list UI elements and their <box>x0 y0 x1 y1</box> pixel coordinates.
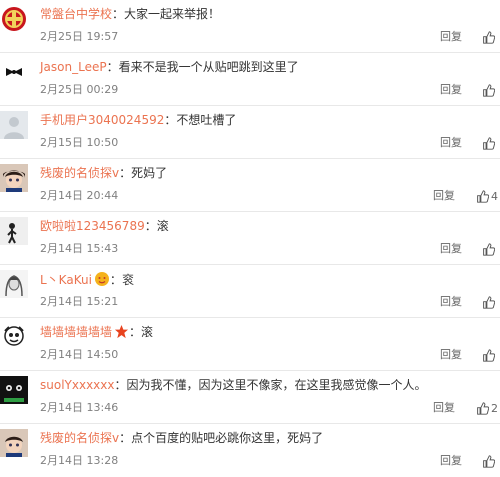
comment-item: suolYxxxxxx：因为我不懂，因为这里不像家，在这里我感觉像一个人。 2月… <box>0 371 500 424</box>
comment-line: 手机用户3040024592：不想吐槽了 <box>40 112 500 128</box>
separator: ： <box>112 7 125 21</box>
thumbs-up-icon <box>483 83 495 97</box>
comment-line: 欧啦啦123456789：滚 <box>40 218 500 234</box>
comment-text: 点个百度的贴吧必跳你这里，死妈了 <box>131 431 324 445</box>
thumbs-up-icon <box>483 454 495 468</box>
thumbs-up-icon <box>477 401 489 415</box>
comment-text: 滚 <box>141 325 154 339</box>
thumbs-up-icon <box>483 30 495 44</box>
comment-item: L丶KaKui ：衮 2月14日 15:21 回复 <box>0 265 500 318</box>
comment-text: 因为我不懂，因为这里不像家，在这里我感觉像一个人。 <box>126 378 427 392</box>
thumbs-up-icon <box>483 295 495 309</box>
reply-button[interactable]: 回复 <box>440 30 462 44</box>
timestamp: 2月14日 15:21 <box>40 295 119 308</box>
separator: ： <box>119 166 132 180</box>
red-emblem-avatar[interactable] <box>0 5 28 33</box>
separator: ： <box>144 219 157 233</box>
separator: ： <box>119 431 132 445</box>
comment-line: 墙墙墙墙墙墙 ：滚 <box>40 324 500 343</box>
emoji-badge-icon <box>94 271 110 291</box>
like-button[interactable] <box>482 453 497 469</box>
reply-button[interactable]: 回复 <box>440 136 462 150</box>
comment-item: 墙墙墙墙墙墙 ：滚 2月14日 14:50 回复 <box>0 318 500 371</box>
default-avatar[interactable] <box>0 111 28 139</box>
username-link[interactable]: 墙墙墙墙墙墙 <box>40 325 112 339</box>
sketch-avatar[interactable] <box>0 270 28 298</box>
timestamp: 2月14日 14:50 <box>40 348 119 361</box>
timestamp: 2月25日 00:29 <box>40 83 119 96</box>
separator: ： <box>129 325 142 339</box>
comment-text: 大家一起来举报！ <box>124 7 221 21</box>
comment-text: 滚 <box>156 219 169 233</box>
comment-text: 衮 <box>121 273 134 287</box>
reply-button[interactable]: 回复 <box>440 454 462 468</box>
comment-text: 看来不是我一个从贴吧跳到这里了 <box>118 60 299 74</box>
username-link[interactable]: L丶KaKui <box>40 273 92 287</box>
username-link[interactable]: 欧啦啦123456789 <box>40 219 145 233</box>
like-button[interactable] <box>482 135 497 151</box>
thumbs-up-icon <box>483 348 495 362</box>
comment-item: Jason_LeeP：看来不是我一个从贴吧跳到这里了 2月25日 00:29 回… <box>0 53 500 106</box>
comment-line: Jason_LeeP：看来不是我一个从贴吧跳到这里了 <box>40 59 500 75</box>
comment-line: 残废的名侦探v：死妈了 <box>40 165 500 181</box>
comment-line: suolYxxxxxx：因为我不懂，因为这里不像家，在这里我感觉像一个人。 <box>40 377 500 393</box>
reply-button[interactable]: 回复 <box>440 83 462 97</box>
comment-item: 常盤台中学校：大家一起来举报！ 2月25日 19:57 回复 <box>0 0 500 53</box>
thumbs-up-icon <box>483 242 495 256</box>
comment-item: 手机用户3040024592：不想吐槽了 2月15日 10:50 回复 <box>0 106 500 159</box>
reply-button[interactable]: 回复 <box>433 401 455 415</box>
like-count: 4 <box>491 189 498 203</box>
dark-avatar[interactable] <box>0 376 28 404</box>
comment-item: 残废的名侦探v：死妈了 2月14日 20:44 回复 4 <box>0 159 500 212</box>
like-button[interactable]: 4 <box>476 188 498 204</box>
anime-detective-avatar[interactable] <box>0 164 28 192</box>
bowtie-avatar[interactable] <box>0 58 28 86</box>
username-link[interactable]: 残废的名侦探v <box>40 166 119 180</box>
like-button[interactable] <box>482 294 497 310</box>
reply-button[interactable]: 回复 <box>440 348 462 362</box>
cartoon-avatar[interactable] <box>0 323 28 351</box>
reply-button[interactable]: 回复 <box>440 295 462 309</box>
username-link[interactable]: 残废的名侦探v <box>40 431 119 445</box>
username-link[interactable]: Jason_LeeP <box>40 60 107 74</box>
separator: ： <box>114 378 127 392</box>
like-button[interactable]: 2 <box>476 400 498 416</box>
thumbs-up-icon <box>477 189 489 203</box>
timestamp: 2月14日 15:43 <box>40 242 119 255</box>
timestamp: 2月25日 19:57 <box>40 30 119 43</box>
like-count: 2 <box>491 401 498 415</box>
reply-button[interactable]: 回复 <box>440 242 462 256</box>
separator: ： <box>106 60 119 74</box>
timestamp: 2月15日 10:50 <box>40 136 119 149</box>
comment-item: 欧啦啦123456789：滚 2月14日 15:43 回复 <box>0 212 500 265</box>
comment-line: 常盤台中学校：大家一起来举报！ <box>40 6 500 22</box>
like-button[interactable] <box>482 82 497 98</box>
username-link[interactable]: suolYxxxxxx <box>40 378 114 392</box>
comment-line: 残废的名侦探v：点个百度的贴吧必跳你这里，死妈了 <box>40 430 500 446</box>
timestamp: 2月14日 13:28 <box>40 454 119 467</box>
like-button[interactable] <box>482 347 497 363</box>
username-link[interactable]: 手机用户3040024592 <box>40 113 164 127</box>
timestamp: 2月14日 13:46 <box>40 401 119 414</box>
comment-text: 死妈了 <box>131 166 168 180</box>
like-button[interactable] <box>482 29 497 45</box>
like-button[interactable] <box>482 241 497 257</box>
thumbs-up-icon <box>483 136 495 150</box>
separator: ： <box>109 273 122 287</box>
separator: ： <box>164 113 177 127</box>
comment-line: L丶KaKui ：衮 <box>40 271 500 291</box>
star-badge-icon <box>114 324 129 343</box>
figure-avatar[interactable] <box>0 217 28 245</box>
username-link[interactable]: 常盤台中学校 <box>40 7 112 21</box>
comment-text: 不想吐槽了 <box>176 113 237 127</box>
reply-button[interactable]: 回复 <box>433 189 455 203</box>
comment-item: 残废的名侦探v：点个百度的贴吧必跳你这里，死妈了 2月14日 13:28 回复 <box>0 424 500 477</box>
anime-detective-avatar[interactable] <box>0 429 28 457</box>
timestamp: 2月14日 20:44 <box>40 189 119 202</box>
